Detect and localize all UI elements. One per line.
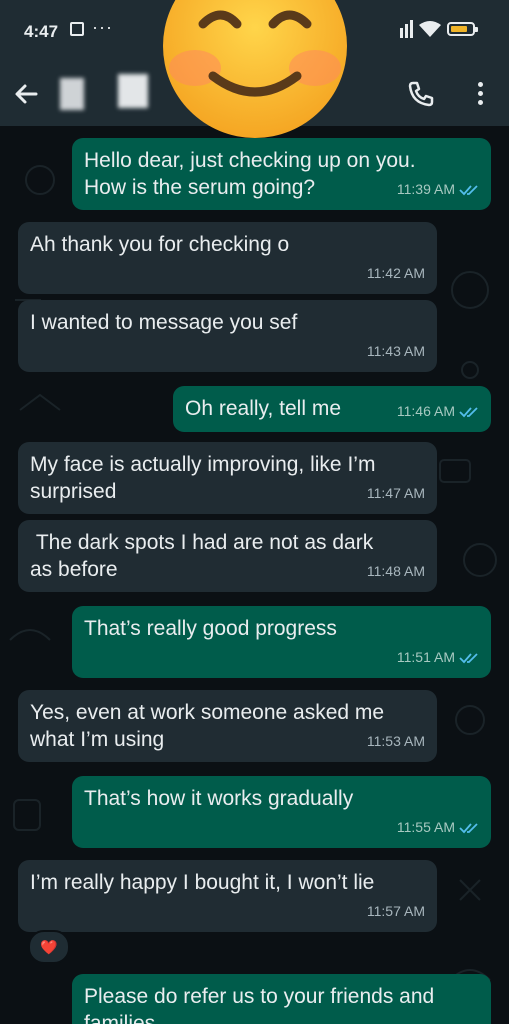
message-bubble-outgoing[interactable]: Hello dear, just checking up on you. How… [72, 138, 491, 210]
heart-icon: ❤️ [40, 938, 58, 955]
message-bubble-outgoing[interactable]: That’s how it works gradually 11:55 AM [72, 776, 491, 848]
contact-avatar-redacted[interactable] [60, 74, 156, 112]
message-meta: 11:55 AM [397, 814, 479, 841]
message-text: The dark spots I had are not as dark as … [30, 531, 374, 581]
message-time: 11:39 AM [396, 181, 455, 197]
message-text: That’s really good progress [84, 617, 337, 640]
message-meta: 11:39 AM [397, 176, 479, 203]
more-vert-icon[interactable] [468, 78, 492, 110]
message-meta: 11:53 AM [367, 728, 425, 755]
message-text: I’m really happy I bought it, I won’t li… [30, 871, 375, 894]
message-text: That’s how it works gradually [84, 787, 354, 810]
message-bubble-outgoing[interactable]: Oh really, tell me 11:46 AM [173, 386, 491, 432]
message-bubble-incoming[interactable]: Yes, even at work someone asked me what … [18, 690, 437, 762]
wifi-icon [419, 21, 441, 37]
message-time: 11:43 AM [366, 343, 425, 359]
message-meta: 11:51 AM [397, 644, 479, 671]
message-meta: 11:48 AM [367, 558, 425, 585]
message-meta: 11:46 AM [397, 398, 479, 425]
message-bubble-incoming[interactable]: The dark spots I had are not as dark as … [18, 520, 437, 592]
message-time: 11:46 AM [396, 403, 455, 419]
message-time: 11:57 AM [366, 903, 425, 919]
message-time: 11:47 AM [366, 485, 425, 501]
message-meta: 11:42 AM [367, 260, 425, 287]
arrow-left-icon[interactable] [8, 76, 44, 112]
read-ticks-icon [459, 406, 478, 417]
message-notification-icon [70, 22, 84, 36]
message-meta: 11:57 AM [367, 898, 425, 925]
message-time: 11:48 AM [366, 563, 425, 579]
read-ticks-icon [459, 184, 478, 195]
message-meta: 11:47 AM [367, 480, 425, 507]
message-text: My face is actually improving, like I’m … [30, 453, 376, 503]
message-bubble-incoming[interactable]: My face is actually improving, like I’m … [18, 442, 437, 514]
signal-icon [400, 20, 413, 38]
message-text: I wanted to message you sef [30, 311, 298, 334]
heart-reaction[interactable]: ❤️ [28, 930, 70, 964]
message-bubble-outgoing[interactable]: That’s really good progress 11:51 AM [72, 606, 491, 678]
smiling-face-emoji [163, 0, 347, 138]
battery-icon [447, 22, 478, 36]
battery-level [451, 26, 467, 32]
message-bubble-incoming[interactable]: I’m really happy I bought it, I won’t li… [18, 860, 437, 932]
message-time: 11:42 AM [366, 265, 425, 281]
message-bubble-outgoing[interactable]: Please do refer us to your friends and f… [72, 974, 491, 1024]
message-text: Yes, even at work someone asked me what … [30, 701, 385, 751]
message-time: 11:55 AM [396, 819, 455, 835]
read-ticks-icon [459, 652, 478, 663]
message-meta: 11:43 AM [367, 338, 425, 365]
read-ticks-icon [459, 822, 478, 833]
message-time: 11:51 AM [396, 649, 455, 665]
message-time: 11:53 AM [366, 733, 425, 749]
phone-icon[interactable] [405, 78, 437, 110]
message-text: Please do refer us to your friends and f… [84, 985, 435, 1024]
message-text: Ah thank you for checking o [30, 233, 290, 256]
status-time: 4:47 [24, 22, 59, 41]
message-bubble-incoming[interactable]: Ah thank you for checking o 11:42 AM [18, 222, 437, 294]
message-bubble-incoming[interactable]: I wanted to message you sef 11:43 AM [18, 300, 437, 372]
more-notifications-icon: ··· [92, 17, 113, 37]
message-list[interactable]: Hello dear, just checking up on you. How… [0, 0, 509, 1024]
